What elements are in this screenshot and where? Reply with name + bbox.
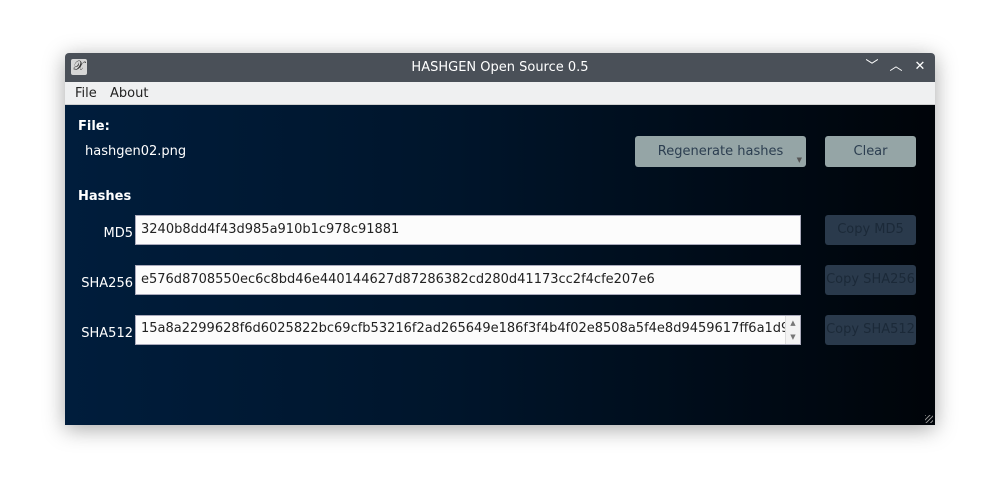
app-window: 𝒳 HASHGEN Open Source 0.5 ﹀ ︿ ✕ File Abo…: [65, 53, 935, 425]
regenerate-hashes-button[interactable]: Regenerate hashes ▼: [635, 136, 806, 167]
copy-sha256-button[interactable]: Copy SHA256: [825, 265, 916, 295]
copy-md5-button[interactable]: Copy MD5: [825, 215, 916, 245]
main-content: File: hashgen02.png Regenerate hashes ▼ …: [65, 105, 935, 425]
sha256-label: SHA256: [81, 276, 133, 291]
clear-button[interactable]: Clear: [825, 136, 916, 167]
sha512-scrollbar[interactable]: ▲ ▼: [785, 316, 800, 344]
menu-bar: File About: [65, 82, 935, 105]
title-bar: 𝒳 HASHGEN Open Source 0.5 ﹀ ︿ ✕: [65, 53, 935, 82]
maximize-icon[interactable]: ︿: [887, 58, 905, 76]
md5-field[interactable]: 3240b8dd4f43d985a910b1c978c91881: [135, 215, 801, 245]
copy-sha512-button[interactable]: Copy SHA512: [825, 315, 916, 345]
file-name: hashgen02.png: [85, 144, 187, 159]
minimize-icon[interactable]: ﹀: [863, 58, 881, 76]
sha512-value: 15a8a2299628f6d6025822bc69cfb53216f2ad26…: [141, 321, 801, 336]
regenerate-label: Regenerate hashes: [657, 144, 784, 159]
menu-file[interactable]: File: [75, 86, 97, 101]
scroll-up-icon[interactable]: ▲: [786, 316, 800, 330]
hashes-label: Hashes: [78, 189, 132, 204]
window-title: HASHGEN Open Source 0.5: [411, 60, 589, 75]
resize-grip[interactable]: [925, 415, 933, 423]
close-icon[interactable]: ✕: [911, 58, 929, 76]
scroll-down-icon[interactable]: ▼: [786, 330, 800, 344]
sha512-field[interactable]: 15a8a2299628f6d6025822bc69cfb53216f2ad26…: [135, 315, 801, 345]
dropdown-arrow-icon: ▼: [796, 156, 802, 164]
sha256-field[interactable]: e576d8708550ec6c8bd46e440144627d87286382…: [135, 265, 801, 295]
md5-label: MD5: [103, 226, 134, 241]
sha512-label: SHA512: [81, 326, 133, 341]
menu-about[interactable]: About: [110, 86, 148, 101]
file-label: File:: [78, 119, 110, 134]
